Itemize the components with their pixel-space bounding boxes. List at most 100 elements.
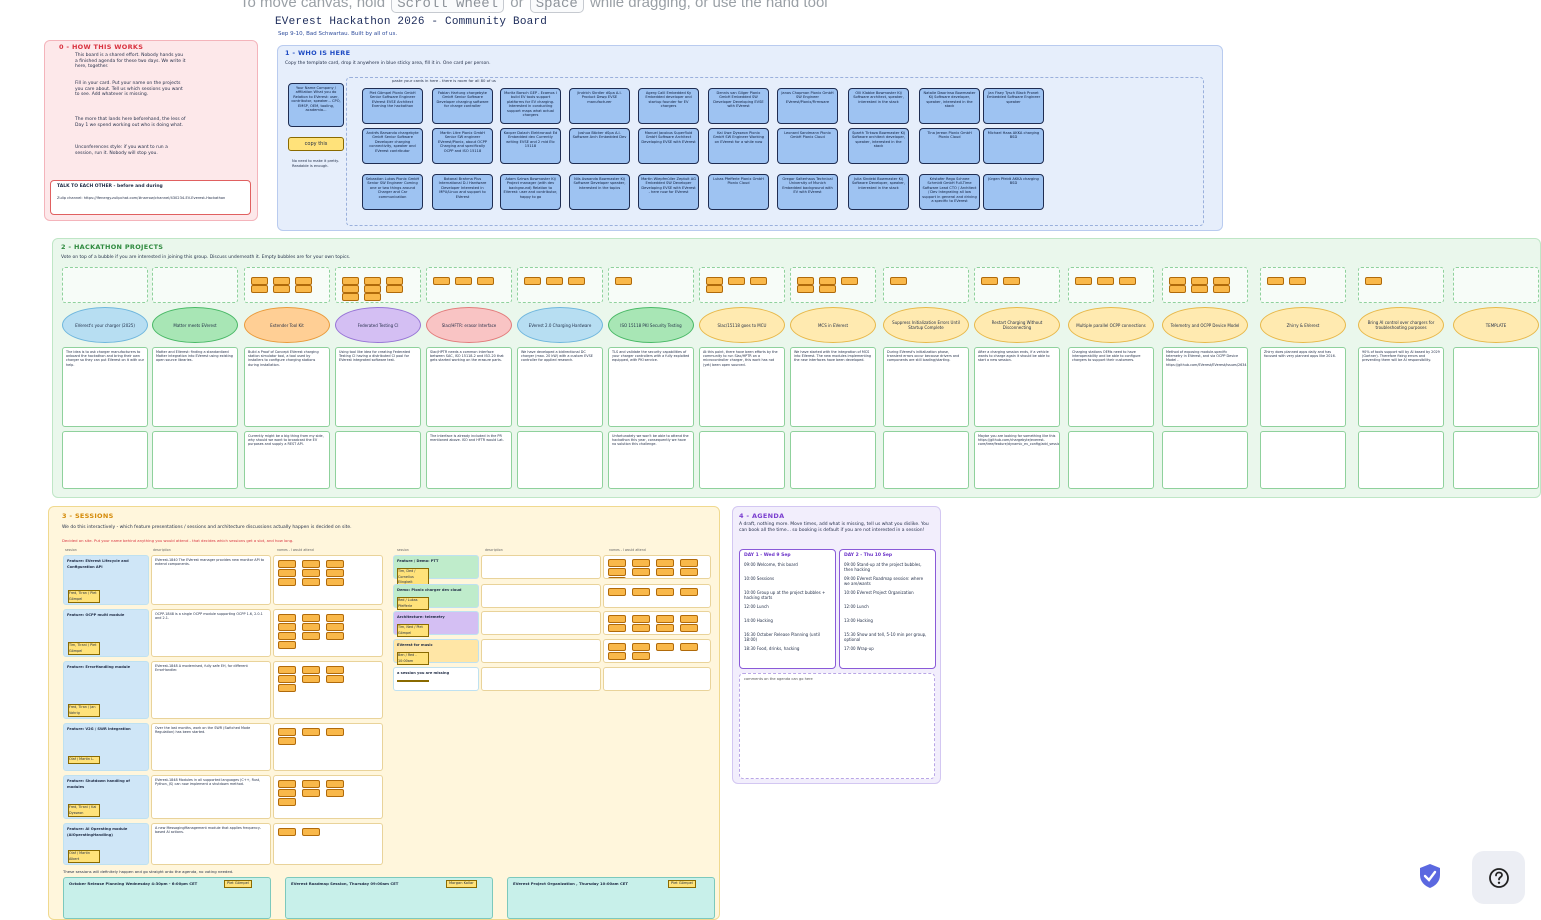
session-description[interactable]: Over the last months, work on the SWR (S…: [151, 723, 271, 771]
name-chip[interactable]: [278, 578, 296, 586]
interest-box[interactable]: [1162, 267, 1248, 303]
name-chip[interactable]: [680, 588, 698, 596]
name-chip[interactable]: [278, 569, 296, 577]
project-issues[interactable]: [790, 431, 876, 489]
project-description[interactable]: Slac/HPTR needs a common interface betwe…: [426, 347, 512, 427]
session-description[interactable]: OCPP-1848 is a single OCPP module suppor…: [151, 609, 271, 657]
project-bubble[interactable]: Matter meets EVerest: [152, 307, 238, 343]
project-issues[interactable]: [152, 431, 238, 489]
session-names[interactable]: [603, 584, 711, 608]
day2-panel[interactable]: DAY 2 - Thu 10 Sep 09:00 Stand-up at the…: [839, 549, 936, 669]
interest-box[interactable]: [1453, 267, 1539, 303]
session-card[interactable]: Feature: Shutdown handling of modules Fre…: [63, 775, 149, 819]
name-chip[interactable]: [302, 614, 320, 622]
name-chip[interactable]: [608, 624, 626, 632]
session-names[interactable]: [273, 661, 383, 719]
project-description[interactable]: We have developed a bidirectional DC cha…: [517, 347, 603, 427]
name-chip[interactable]: [386, 285, 403, 293]
name-chip[interactable]: [656, 559, 674, 567]
name-chip[interactable]: [326, 614, 344, 622]
project-bubble[interactable]: Restart Charging Without Disconnecting: [974, 307, 1060, 343]
project-bubble[interactable]: Zhirry & EVerest: [1260, 307, 1346, 343]
name-chip[interactable]: [632, 652, 650, 660]
name-chip[interactable]: [632, 624, 650, 632]
session-description[interactable]: EVerest-1840 The EVerest manager provide…: [151, 555, 271, 605]
session-names[interactable]: [273, 775, 383, 819]
participant-card[interactable]: Botanal Brahma Plus International D-l Ha…: [432, 174, 493, 210]
participant-card[interactable]: Julia Sindebi Bowmaster Kij Software Dev…: [848, 174, 909, 210]
project-description[interactable]: TLS and validate the security capabiliti…: [608, 347, 694, 427]
name-chip[interactable]: [278, 684, 296, 692]
session-card[interactable]: Architecture: telemetry Tim, Ned / Piet G…: [393, 611, 479, 637]
participant-card[interactable]: Nils Aswanda Bowmaster Kij Software Deve…: [569, 174, 630, 210]
interest-box[interactable]: [699, 267, 785, 303]
project-description[interactable]: Method of exposing module-specific telem…: [1162, 347, 1248, 427]
participant-card[interactable]: Tina Jerean Pionix GmbH Pionix Cloud: [919, 128, 980, 164]
name-chip[interactable]: [1097, 277, 1114, 285]
session-description[interactable]: [481, 555, 601, 579]
name-chip[interactable]: [477, 277, 494, 285]
name-chip[interactable]: [342, 277, 359, 285]
interest-box[interactable]: [152, 267, 238, 303]
participant-card[interactable]: Olli Klabbe Bowmaster Kij Software archi…: [848, 88, 909, 124]
project-issues[interactable]: [335, 431, 421, 489]
name-chip[interactable]: [326, 578, 344, 586]
name-chip[interactable]: [278, 828, 296, 836]
name-chip[interactable]: [278, 789, 296, 797]
interest-box[interactable]: [883, 267, 969, 303]
session-card[interactable]: Feature / Demo: PTT Tim, Ded / Cornelius …: [393, 555, 479, 587]
interest-box[interactable]: [335, 267, 421, 303]
name-chip[interactable]: [890, 277, 907, 285]
agenda-comments-area[interactable]: comments on the agenda can go here: [739, 673, 935, 779]
name-chip[interactable]: [546, 277, 563, 285]
name-chip[interactable]: [1169, 285, 1186, 293]
project-issues[interactable]: The interface is already included in the…: [426, 431, 512, 489]
name-chip[interactable]: [1169, 277, 1186, 285]
participant-card[interactable]: Natalie Dworinsa Bowmaster Kij Software …: [919, 88, 980, 124]
session-description[interactable]: A new MessagingManagement module that ap…: [151, 823, 271, 865]
name-chip[interactable]: [680, 559, 698, 567]
name-chip[interactable]: [302, 728, 320, 736]
session-names[interactable]: [603, 555, 711, 579]
project-issues[interactable]: [1162, 431, 1248, 489]
project-issues[interactable]: Unfortunately we won't be able to attend…: [608, 431, 694, 489]
name-chip[interactable]: [273, 285, 290, 293]
name-chip[interactable]: [1267, 277, 1284, 285]
participant-card[interactable]: Adam Szirwa Bowmaster Kij Project manage…: [500, 174, 561, 210]
name-chip[interactable]: [302, 666, 320, 674]
name-chip[interactable]: [302, 675, 320, 683]
name-chip[interactable]: [251, 277, 268, 285]
interest-box[interactable]: [62, 267, 148, 303]
session-card[interactable]: Feature: AI Operating module (AIOperatin…: [63, 823, 149, 865]
name-chip[interactable]: [680, 643, 698, 651]
interest-box[interactable]: [426, 267, 512, 303]
project-issues[interactable]: [1453, 431, 1539, 489]
participant-card[interactable]: Lukas Pfefferle Pionix GmbH Pionix Cloud: [708, 174, 769, 210]
name-chip[interactable]: [632, 588, 650, 596]
name-chip[interactable]: [302, 578, 320, 586]
participant-card[interactable]: Piet Gömpel Pionix GmbH Senior Software …: [362, 88, 423, 124]
name-chip[interactable]: [1213, 277, 1230, 285]
name-chip[interactable]: [326, 675, 344, 683]
project-issues[interactable]: [699, 431, 785, 489]
name-chip[interactable]: [656, 615, 674, 623]
project-issues[interactable]: [1068, 431, 1154, 489]
zulip-link[interactable]: Zulip channel: https://lfenergy.zulipcha…: [57, 196, 245, 202]
project-bubble[interactable]: Slac/15118 goes to MCU: [699, 307, 785, 343]
name-chip[interactable]: [278, 675, 296, 683]
participant-card[interactable]: Janos Chapman Pionix GmbH SW Engineer EV…: [777, 88, 838, 124]
project-description[interactable]: [1453, 347, 1539, 427]
project-issues[interactable]: [1358, 431, 1444, 489]
project-description[interactable]: The idea is to ask charger manufacturers…: [62, 347, 148, 427]
name-chip[interactable]: [364, 293, 381, 301]
name-chip[interactable]: [326, 666, 344, 674]
name-chip[interactable]: [278, 666, 296, 674]
name-chip[interactable]: [364, 285, 381, 293]
security-badge[interactable]: [1414, 860, 1446, 892]
participant-card[interactable]: Jan Fisey Tysch Black Pronet Embedded So…: [983, 88, 1044, 124]
name-chip[interactable]: [615, 277, 632, 285]
copy-this-button[interactable]: copy this: [288, 137, 344, 151]
interest-box[interactable]: [517, 267, 603, 303]
session-description[interactable]: EVerest-1848 A modernised, fully safe EH…: [151, 661, 271, 719]
fixed-session[interactable]: EVerest Roadmap Session, Thursday 09:00a…: [285, 877, 493, 919]
